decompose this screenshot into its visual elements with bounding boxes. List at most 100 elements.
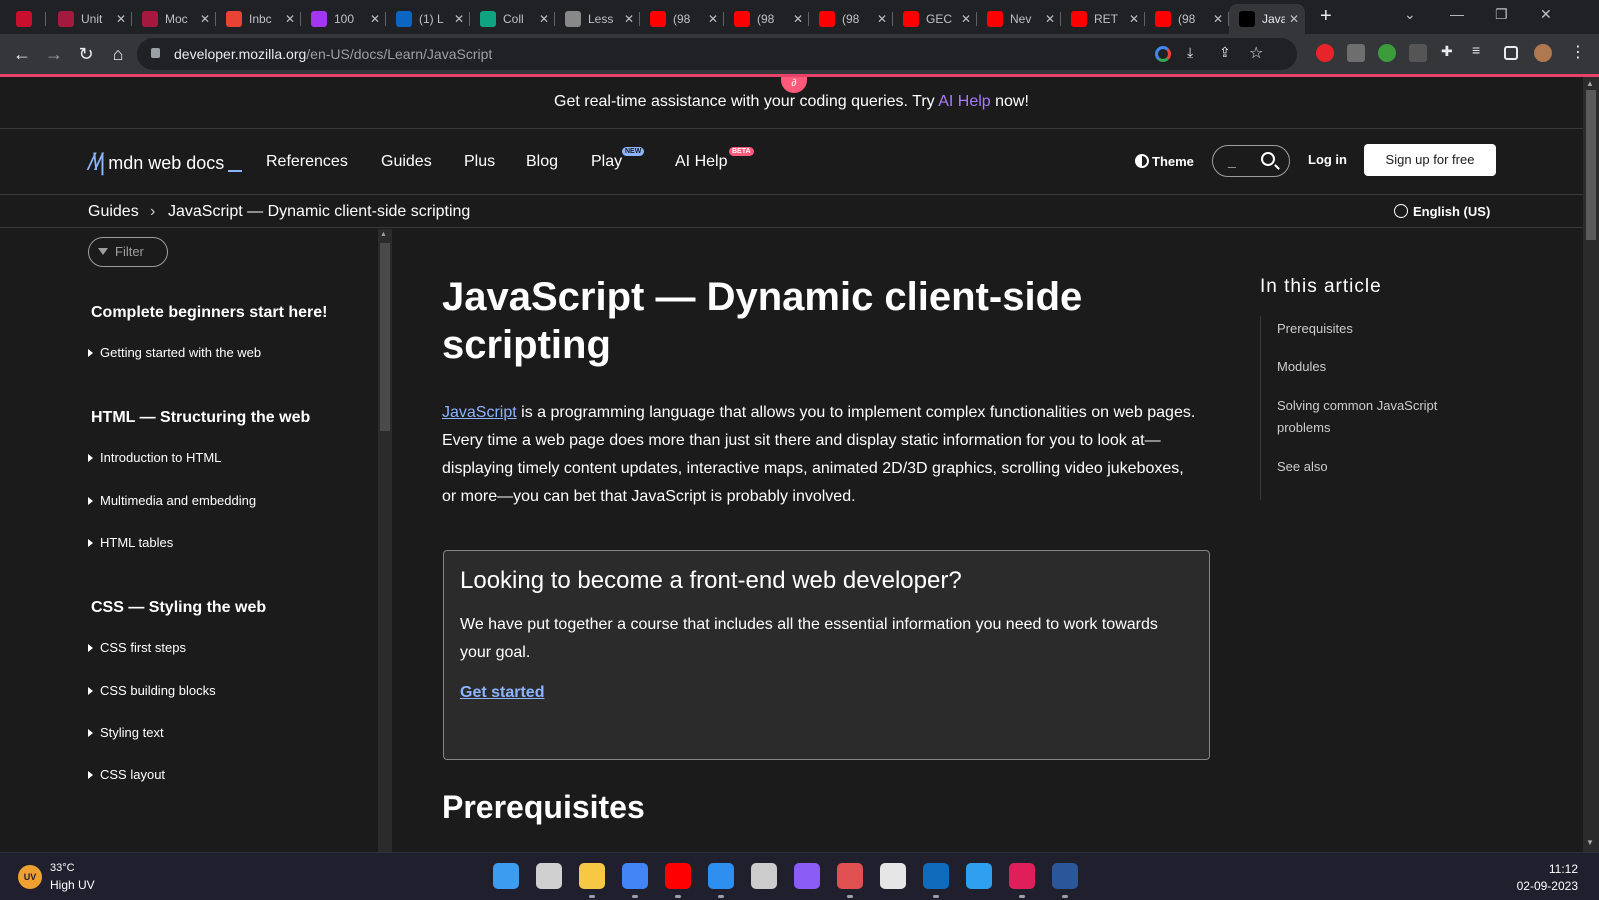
google-lens-icon[interactable]: [1155, 46, 1171, 62]
tab-close-icon[interactable]: ✕: [539, 12, 549, 26]
nav-plus[interactable]: Plus: [464, 153, 495, 171]
page-scroll-up-icon[interactable]: ▲: [1586, 79, 1594, 88]
weather-icon[interactable]: UV: [18, 865, 42, 889]
restore-button[interactable]: ❐: [1495, 6, 1508, 23]
minimize-button[interactable]: —: [1450, 6, 1464, 22]
scroll-up-arrow-icon[interactable]: ▲: [380, 231, 387, 238]
new-tab-button[interactable]: +: [1320, 5, 1332, 28]
browser-tab[interactable]: (98 ✕: [1145, 4, 1229, 34]
github-desktop-icon[interactable]: [794, 863, 820, 889]
browser-tab[interactable]: Java ✕: [1229, 4, 1305, 34]
breadcrumb-guides[interactable]: Guides: [88, 203, 139, 221]
reading-list-icon[interactable]: ≡: [1472, 42, 1490, 60]
back-icon[interactable]: ←: [10, 42, 34, 66]
page-scrollbar-thumb[interactable]: [1586, 90, 1596, 240]
taskbar-date[interactable]: 02-09-2023: [1500, 879, 1578, 893]
browser-tab[interactable]: (98 ✕: [640, 4, 724, 34]
weather-temperature[interactable]: 33°C: [50, 862, 75, 874]
tab-close-icon[interactable]: ✕: [1213, 12, 1223, 26]
address-bar[interactable]: developer.mozilla.org/en-US/docs/Learn/J…: [137, 38, 1297, 70]
sidebar-item[interactable]: CSS layout: [88, 767, 165, 782]
toc-item-see-also[interactable]: See also: [1277, 456, 1477, 478]
nav-blog[interactable]: Blog: [526, 153, 558, 171]
tab-close-icon[interactable]: ✕: [877, 12, 887, 26]
browser-tab[interactable]: Unit ✕: [48, 4, 132, 34]
file-explorer-icon[interactable]: [579, 863, 605, 889]
nav-references[interactable]: References: [266, 153, 348, 171]
banner-ai-help-link[interactable]: AI Help: [938, 93, 990, 110]
youtube-music-icon[interactable]: [665, 863, 691, 889]
theme-button[interactable]: Theme: [1135, 154, 1194, 169]
sidebar-heading[interactable]: HTML — Structuring the web: [91, 409, 310, 427]
browser-tab[interactable]: RET ✕: [1061, 4, 1145, 34]
breadcrumb-current[interactable]: JavaScript — Dynamic client-side scripti…: [168, 203, 470, 221]
tab-close-icon[interactable]: ✕: [1289, 12, 1299, 26]
tab-close-icon[interactable]: ✕: [793, 12, 803, 26]
pen-extension-icon[interactable]: [1409, 44, 1427, 62]
install-app-icon[interactable]: ⤓: [1187, 44, 1193, 61]
start-icon[interactable]: [493, 863, 519, 889]
color-picker-extension-icon[interactable]: [1378, 44, 1396, 62]
browser-tab[interactable]: [6, 4, 46, 34]
outlook-icon[interactable]: [923, 863, 949, 889]
sidebar-item[interactable]: HTML tables: [88, 535, 173, 550]
tab-close-icon[interactable]: ✕: [370, 12, 380, 26]
tab-close-icon[interactable]: ✕: [624, 12, 634, 26]
javascript-link[interactable]: JavaScript: [442, 404, 517, 421]
language-switcher[interactable]: English (US): [1394, 204, 1490, 219]
tab-close-icon[interactable]: ✕: [961, 12, 971, 26]
tab-close-icon[interactable]: ✕: [708, 12, 718, 26]
vscode-icon[interactable]: [708, 863, 734, 889]
signup-button[interactable]: Sign up for free: [1364, 144, 1496, 176]
tab-close-icon[interactable]: ✕: [454, 12, 464, 26]
dell-icon[interactable]: [880, 863, 906, 889]
toc-item-modules[interactable]: Modules: [1277, 356, 1477, 378]
sidebar-item[interactable]: Styling text: [88, 725, 164, 740]
bookmark-star-icon[interactable]: ☆: [1249, 43, 1263, 63]
toc-item-prerequisites[interactable]: Prerequisites: [1277, 318, 1477, 340]
profile-avatar[interactable]: [1534, 44, 1552, 62]
tab-search-icon[interactable]: ⌄: [1404, 6, 1416, 23]
close-window-button[interactable]: ✕: [1540, 6, 1552, 23]
nav-play[interactable]: Play: [591, 153, 622, 171]
sidebar-scrollbar-thumb[interactable]: [380, 243, 390, 431]
browser-tab[interactable]: GEC ✕: [893, 4, 977, 34]
side-panel-icon[interactable]: [1504, 46, 1518, 60]
nav-ai-help[interactable]: AI Help: [675, 153, 727, 171]
tab-close-icon[interactable]: ✕: [116, 12, 126, 26]
weather-condition[interactable]: High UV: [50, 878, 95, 892]
browser-tab[interactable]: Moc ✕: [132, 4, 216, 34]
browser-tab[interactable]: Less ✕: [555, 4, 640, 34]
share-icon[interactable]: ⇪: [1219, 44, 1231, 61]
forward-icon[interactable]: →: [42, 42, 66, 66]
search-button[interactable]: _: [1212, 145, 1290, 177]
home-icon[interactable]: ⌂: [106, 42, 130, 66]
word-icon[interactable]: [1052, 863, 1078, 889]
login-link[interactable]: Log in: [1308, 152, 1347, 167]
lock-icon[interactable]: [151, 48, 160, 58]
nav-guides[interactable]: Guides: [381, 153, 432, 171]
extension-icon[interactable]: [1347, 44, 1365, 62]
browser-tab[interactable]: (98 ✕: [724, 4, 809, 34]
taskbar-clock[interactable]: 11:12: [1500, 862, 1578, 876]
adblock-extension-icon[interactable]: [1316, 44, 1334, 62]
tab-close-icon[interactable]: ✕: [1045, 12, 1055, 26]
sidebar-heading[interactable]: Complete beginners start here!: [91, 304, 328, 322]
sidebar-item[interactable]: Introduction to HTML: [88, 450, 221, 465]
browser-tab[interactable]: (98 ✕: [809, 4, 893, 34]
get-started-link[interactable]: Get started: [460, 684, 544, 702]
page-scroll-down-icon[interactable]: ▼: [1586, 838, 1594, 847]
tab-close-icon[interactable]: ✕: [1129, 12, 1139, 26]
mdn-logo[interactable]: /\/| mdn web docs: [88, 149, 243, 177]
chrome-menu-icon[interactable]: ⋮: [1570, 42, 1586, 62]
browser-tab[interactable]: Coll ✕: [470, 4, 555, 34]
sidebar-heading[interactable]: CSS — Styling the web: [91, 599, 266, 617]
sidebar-item[interactable]: Getting started with the web: [88, 345, 261, 360]
browser-tab[interactable]: Inbc ✕: [216, 4, 301, 34]
chrome-icon[interactable]: [622, 863, 648, 889]
sidebar-item[interactable]: Multimedia and embedding: [88, 493, 256, 508]
reload-icon[interactable]: ↻: [74, 42, 98, 66]
tab-close-icon[interactable]: ✕: [285, 12, 295, 26]
unity-icon[interactable]: [751, 863, 777, 889]
sidebar-item[interactable]: CSS first steps: [88, 640, 186, 655]
